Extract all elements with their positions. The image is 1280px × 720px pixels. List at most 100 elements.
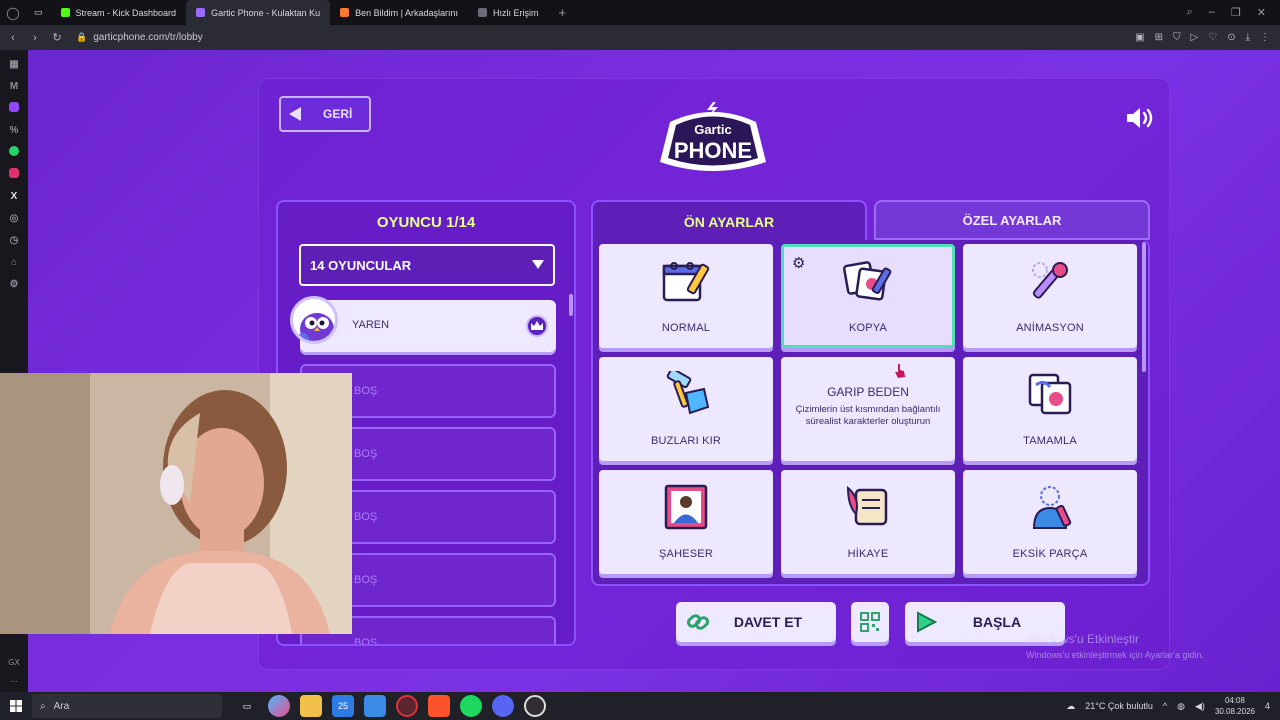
heart-icon[interactable]: ♡ [1208, 32, 1217, 43]
easy-setup-icon[interactable]: ⊙ [1227, 32, 1235, 43]
copy-cards-icon [842, 261, 892, 301]
network-icon[interactable]: ◍ [1177, 701, 1185, 712]
copilot-icon[interactable] [268, 695, 290, 717]
player-name: BOŞ [354, 511, 378, 523]
invite-button[interactable]: DAVET ET [676, 602, 836, 642]
tab-presets[interactable]: ÖN AYARLAR [591, 200, 867, 242]
speed-dial-icon[interactable]: ▦ [4, 54, 24, 74]
snapshot-icon[interactable]: ▣ [1135, 32, 1144, 43]
tab-custom-settings[interactable]: ÖZEL AYARLAR [874, 200, 1150, 240]
messenger-icon[interactable]: M [4, 76, 24, 96]
crypto-wallet-icon[interactable]: % [4, 120, 24, 140]
mode-card-weird-body[interactable]: GARIP BEDEN Çizimlerin üst kısmından bağ… [781, 357, 955, 461]
new-tab-icon[interactable]: + [549, 5, 577, 20]
forward-arrow-icon[interactable]: › [26, 32, 44, 44]
mode-card-normal[interactable]: NORMAL [599, 244, 773, 348]
windows-start-icon[interactable] [0, 692, 32, 720]
modes-scrollbar[interactable] [1142, 242, 1146, 372]
close-icon[interactable]: ✕ [1257, 6, 1266, 19]
clock-date: 30.08.2026 [1214, 707, 1255, 716]
mode-card-masterpiece[interactable]: ŞAHESER [599, 470, 773, 574]
shield-icon[interactable]: ⛉ [1173, 32, 1181, 43]
back-label: GERİ [323, 107, 353, 121]
activation-title: Windows'u Etkinleştir [1026, 632, 1139, 646]
discord-icon[interactable] [492, 695, 514, 717]
players-scrollbar[interactable] [569, 294, 573, 316]
back-button[interactable]: GERİ [279, 96, 371, 132]
opera-gx-icon[interactable] [396, 695, 418, 717]
mode-label: HİKAYE [847, 548, 889, 560]
menu-icon[interactable]: ⋮ [1260, 32, 1270, 43]
back-arrow-icon[interactable]: ‹ [4, 32, 22, 44]
settings-icon[interactable]: ⚙ [4, 274, 24, 294]
taskbar-search-box[interactable]: ⌕ Ara [32, 694, 222, 718]
system-tray: ☁ 21°C Çok bulutlu ^ ◍ ◀) 04:08 30.08.20… [1066, 695, 1280, 717]
extensions-icon[interactable]: ⊞ [1155, 32, 1163, 43]
tab-workspaces-icon[interactable]: ▭ [26, 0, 51, 25]
logo-bottom-text: PHONE [674, 138, 752, 163]
search-placeholder: Ara [53, 700, 70, 712]
search-tabs-icon[interactable]: ⌕ [1187, 6, 1193, 19]
tab-custom-label: ÖZEL AYARLAR [962, 212, 1062, 228]
task-view-icon[interactable]: ▭ [236, 695, 258, 717]
tab-gartic-phone[interactable]: Gartic Phone - Kulaktan Ku [186, 0, 331, 25]
obs-icon[interactable] [524, 695, 546, 717]
bookmarks-icon[interactable]: ⌂ [4, 252, 24, 272]
volume-icon[interactable]: ◀) [1195, 701, 1205, 712]
address-bar: ‹ › ↻ 🔒 garticphone.com/tr/lobby ▣ ⊞ ⛉ ▷… [0, 25, 1280, 50]
mode-card-animation[interactable]: ANİMASYON [963, 244, 1137, 348]
opera-menu-icon[interactable]: ◯ [0, 0, 26, 25]
instagram-icon[interactable] [9, 168, 19, 178]
gartic-favicon-icon [196, 8, 206, 17]
url-field[interactable]: 🔒 garticphone.com/tr/lobby [76, 32, 203, 43]
mail-icon[interactable]: 25 [332, 695, 354, 717]
history-icon[interactable]: ◷ [4, 230, 24, 250]
reload-icon[interactable]: ↻ [48, 31, 66, 44]
mode-card-copy[interactable]: ⚙ KOPYA [781, 244, 955, 348]
play-icon[interactable]: ▷ [1191, 32, 1199, 43]
tab-kick-dashboard[interactable]: Stream - Kick Dashboard [51, 0, 187, 25]
mode-card-icebreaker[interactable]: BUZLARI KIR [599, 357, 773, 461]
grid-favicon-icon [478, 8, 488, 17]
back-triangle-icon [289, 107, 301, 121]
mode-card-story[interactable]: HİKAYE [781, 470, 955, 574]
tray-chevron-icon[interactable]: ^ [1163, 701, 1167, 711]
window-controls: ⌕ – ❐ ✕ [1187, 6, 1280, 19]
speaker-icon[interactable] [1125, 106, 1155, 130]
store-icon[interactable] [364, 695, 386, 717]
brave-icon[interactable] [428, 695, 450, 717]
minimize-icon[interactable]: – [1209, 6, 1215, 19]
twitch-icon[interactable] [9, 102, 19, 112]
music-player-icon[interactable]: ◎ [4, 208, 24, 228]
play-triangle-icon [917, 611, 937, 633]
mode-card-missing-piece[interactable]: EKSİK PARÇA [963, 470, 1137, 574]
player-name: BOŞ [354, 637, 378, 646]
qr-code-button[interactable] [851, 602, 889, 642]
tab-speed-dial[interactable]: Hızlı Erişim [468, 0, 549, 25]
gx-icon[interactable]: GX [8, 658, 20, 667]
file-explorer-icon[interactable] [300, 695, 322, 717]
taskbar-apps: ▭ 25 [236, 695, 546, 717]
restore-icon[interactable]: ❐ [1231, 6, 1241, 19]
gear-icon[interactable]: ⚙ [792, 254, 805, 272]
taskbar-clock[interactable]: 04:08 30.08.2026 [1215, 695, 1255, 717]
clock-time: 04:08 [1224, 696, 1245, 705]
weather-text[interactable]: 21°C Çok bulutlu [1085, 701, 1153, 711]
whatsapp-icon[interactable] [9, 146, 19, 156]
more-icon[interactable]: ⋯ [10, 677, 18, 686]
spotify-icon[interactable] [460, 695, 482, 717]
mode-label: KOPYA [848, 322, 888, 334]
logo-top-text: Gartic [694, 122, 732, 137]
tab-ben-bildim[interactable]: Ben Bildim | Arkadaşlarını [330, 0, 468, 25]
player-count-select[interactable]: 14 OYUNCULAR [299, 244, 555, 286]
owl-avatar-icon [297, 313, 334, 341]
start-label: BAŞLA [972, 614, 1022, 630]
mode-card-complete[interactable]: TAMAMLA [963, 357, 1137, 461]
download-icon[interactable]: ⤓ [1246, 32, 1250, 43]
player-slot-host: YAREN [290, 296, 556, 352]
tab-label: Gartic Phone - Kulaktan Ku [211, 7, 321, 18]
mode-label: ŞAHESER [659, 548, 713, 560]
x-icon[interactable]: X [4, 186, 24, 206]
complete-drawing-icon [1028, 373, 1072, 415]
notification-count[interactable]: 4 [1265, 701, 1270, 711]
